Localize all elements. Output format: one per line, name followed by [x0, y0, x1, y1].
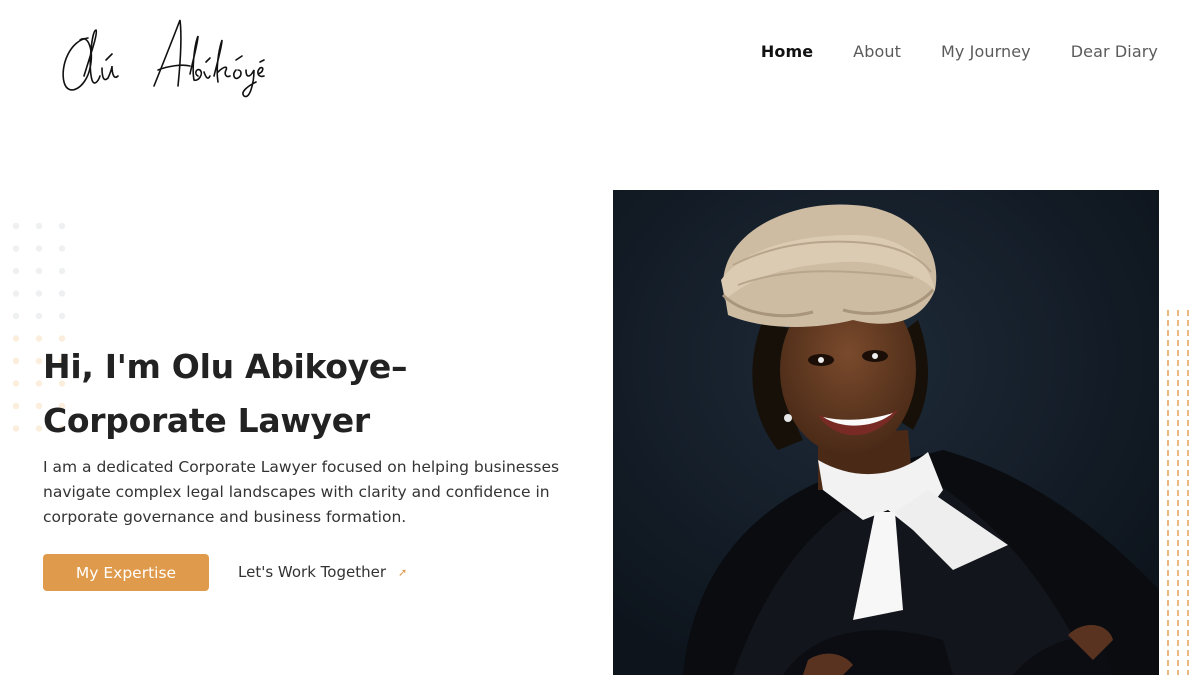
nav-home[interactable]: Home: [761, 42, 813, 61]
my-expertise-button[interactable]: My Expertise: [43, 554, 209, 591]
arrow-up-right-icon: ➚: [398, 565, 408, 579]
lets-work-together-link[interactable]: Let's Work Together ➚: [238, 563, 407, 581]
decorative-dot: [12, 335, 20, 342]
portrait-image: [613, 190, 1159, 675]
decorative-dot: [58, 245, 66, 252]
decorative-dot: [12, 290, 20, 297]
decorative-dot: [12, 402, 20, 410]
decorative-dot: [35, 222, 43, 230]
decorative-dot: [58, 312, 66, 320]
decorative-dot: [35, 290, 43, 297]
decorative-dot: [12, 312, 20, 320]
hero-title: Hi, I'm Olu Abikoye– Corporate Lawyer: [43, 340, 583, 448]
decorative-dot: [35, 312, 43, 320]
decorative-dot: [12, 267, 20, 275]
nav-my-journey[interactable]: My Journey: [941, 42, 1031, 61]
signature-logo-icon: [62, 19, 265, 98]
decorative-dot: [58, 267, 66, 275]
decorative-dot: [12, 357, 20, 365]
main-nav: Home About My Journey Dear Diary: [761, 42, 1158, 61]
decorative-dot: [58, 290, 66, 297]
decorative-dot: [35, 380, 43, 387]
hero-title-line1: Hi, I'm Olu Abikoye–: [43, 347, 408, 386]
hero-portrait: [613, 190, 1159, 675]
decorative-dot: [35, 357, 43, 365]
decorative-dot: [12, 245, 20, 252]
lets-work-together-label: Let's Work Together: [238, 563, 386, 581]
hero-title-line2: Corporate Lawyer: [43, 401, 370, 440]
decorative-dot: [35, 425, 43, 432]
decorative-dot: [35, 402, 43, 410]
decorative-dot: [35, 267, 43, 275]
decorative-dot: [35, 245, 43, 252]
nav-about[interactable]: About: [853, 42, 901, 61]
nav-dear-diary[interactable]: Dear Diary: [1071, 42, 1158, 61]
decorative-stripes: [1167, 310, 1189, 675]
decorative-dot: [12, 425, 20, 432]
decorative-dot: [58, 222, 66, 230]
brand-logo[interactable]: [58, 16, 273, 100]
decorative-dot: [12, 380, 20, 387]
hero-description: I am a dedicated Corporate Lawyer focuse…: [43, 458, 560, 526]
decorative-dot: [12, 222, 20, 230]
decorative-dot: [35, 335, 43, 342]
